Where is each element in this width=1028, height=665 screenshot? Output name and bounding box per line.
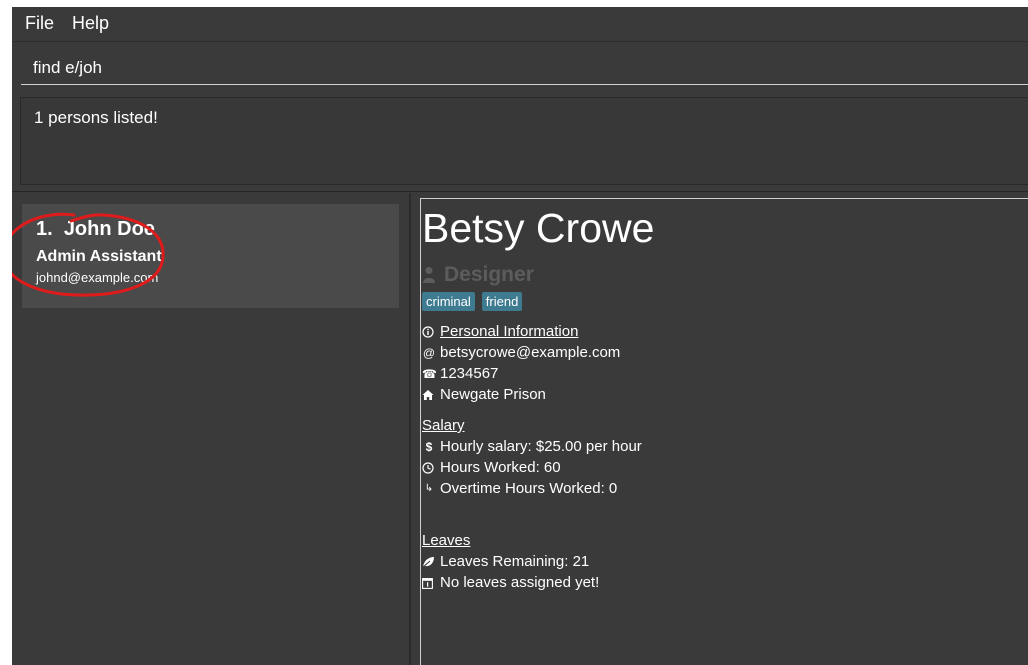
phone-row: ☎ 1234567 (422, 365, 498, 382)
detail-phone: 1234567 (440, 365, 499, 382)
person-card-email: johnd@example.com (36, 270, 159, 285)
person-icon (422, 266, 436, 284)
person-list-panel[interactable]: 1. John Doe Admin Assistant johnd@exampl… (12, 193, 409, 665)
personal-info-title: Personal Information (422, 323, 578, 340)
tag-list: criminal friend (422, 292, 523, 311)
detail-hours-worked: Hours Worked: 60 (440, 459, 561, 476)
address-row: Newgate Prison (422, 386, 546, 403)
detail-leaves-assigned: No leaves assigned yet! (440, 574, 600, 591)
tag-friend: friend (481, 292, 523, 311)
person-card-role: Admin Assistant (36, 248, 162, 265)
detail-email: betsycrowe@example.com (440, 344, 621, 361)
info-icon (422, 325, 436, 338)
email-row: @ betsycrowe@example.com (422, 344, 620, 361)
salary-title-text: Salary (422, 417, 465, 434)
tag-criminal: criminal (422, 292, 475, 311)
hours-worked-row: Hours Worked: 60 (422, 459, 561, 476)
detail-name: Betsy Crowe (422, 205, 655, 251)
leaf-icon (422, 556, 436, 568)
leaves-title: Leaves (422, 532, 470, 549)
overtime-arrow-icon: ↳ (424, 483, 434, 494)
person-card[interactable]: 1. John Doe Admin Assistant johnd@exampl… (22, 204, 399, 308)
hourly-salary-row: $ Hourly salary: $25.00 per hour (422, 438, 642, 455)
dollar-icon: $ (425, 439, 433, 454)
detail-hourly-salary: Hourly salary: $25.00 per hour (440, 438, 642, 455)
detail-leaves-remaining: Leaves Remaining: 21 (440, 553, 590, 570)
menu-file[interactable]: File (25, 13, 54, 34)
detail-role: Designer (422, 263, 534, 287)
salary-title: Salary (422, 417, 465, 434)
leaves-assigned-row: No leaves assigned yet! (422, 574, 599, 591)
at-icon: @ (422, 345, 436, 360)
app-window: File Help 1 persons listed! 1. John Doe … (12, 7, 1028, 665)
detail-overtime: Overtime Hours Worked: 0 (440, 480, 618, 497)
leaves-title-text: Leaves (422, 532, 471, 549)
person-card-name: 1. John Doe (36, 218, 155, 241)
detail-role-text: Designer (444, 263, 534, 286)
result-display: 1 persons listed! (20, 97, 1028, 185)
phone-icon: ☎ (422, 366, 437, 381)
overtime-row: ↳ Overtime Hours Worked: 0 (422, 480, 617, 497)
calendar-icon (422, 577, 436, 589)
command-input[interactable] (21, 51, 1028, 84)
clock-icon (422, 461, 436, 474)
divider (12, 191, 1028, 192)
personal-info-title-text: Personal Information (440, 323, 579, 340)
leaves-remaining-row: Leaves Remaining: 21 (422, 553, 589, 570)
panel-divider[interactable] (409, 193, 411, 665)
result-message: 1 persons listed! (34, 108, 158, 127)
menu-bar: File Help (12, 7, 1028, 42)
home-icon (422, 389, 436, 401)
person-card-index: 1. (36, 218, 53, 240)
command-box (21, 51, 1028, 85)
person-card-name-text: John Doe (63, 218, 155, 240)
person-detail-panel: Betsy Crowe Designer criminal friend Per… (420, 198, 1028, 665)
menu-help[interactable]: Help (72, 13, 109, 34)
detail-address: Newgate Prison (440, 386, 546, 403)
